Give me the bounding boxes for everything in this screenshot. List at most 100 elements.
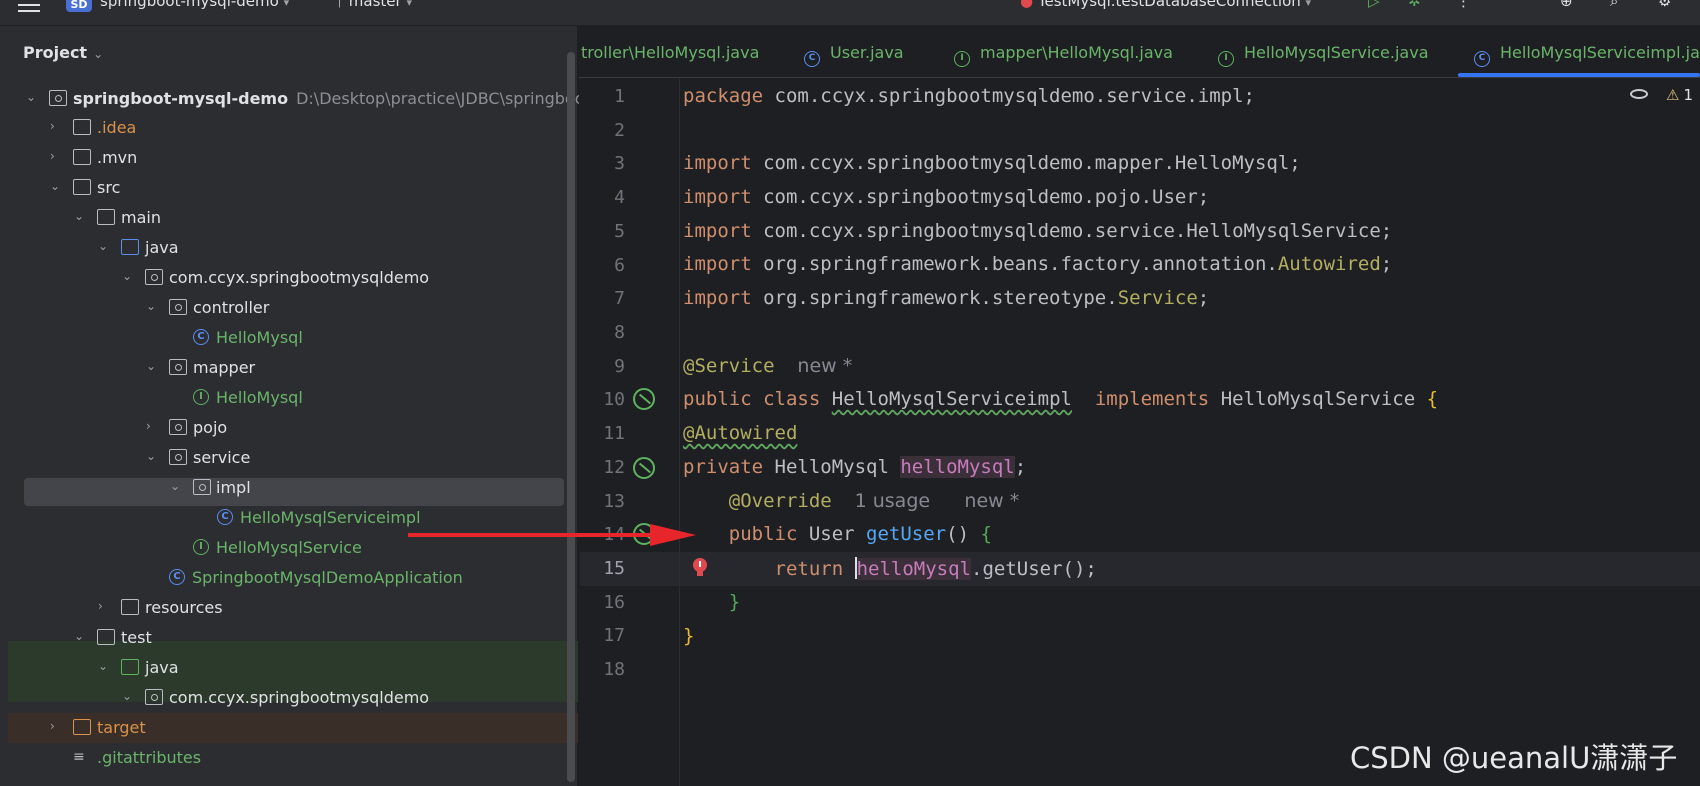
tree-item-package[interactable]: ⌄ com.ccyx.springbootmysqldemo (0, 263, 578, 293)
chevron-down-icon[interactable]: ⌄ (26, 91, 38, 103)
test-source-folder-icon (121, 659, 139, 675)
tree-item-gitattributes[interactable]: ≡ .gitattributes (0, 743, 578, 773)
navigate-bean-gutter-icon[interactable] (633, 457, 655, 479)
tree-root[interactable]: ⌄ springboot-mysql-demo D:\Desktop\practi… (0, 84, 591, 114)
chevron-down-icon[interactable]: ⌄ (146, 300, 158, 312)
chevron-down-icon[interactable]: ⌄ (146, 450, 158, 462)
tree-item-label: .gitattributes (97, 748, 202, 767)
code-line-9: @Service new * (683, 355, 853, 377)
code-line-1: package com.ccyx.springbootmysqldemo.ser… (683, 85, 1255, 107)
implementing-method-gutter-icon[interactable] (633, 388, 655, 410)
main-menu-icon[interactable] (18, 0, 40, 12)
tree-item-target[interactable]: › target (0, 713, 578, 743)
tree-item-label: HelloMysqlServiceimpl (240, 508, 421, 527)
project-panel-title[interactable]: Project ⌄ (23, 43, 103, 62)
tree-item-idea[interactable]: › .idea (0, 113, 578, 143)
line-number: 17 (603, 625, 625, 646)
settings-gear-icon[interactable]: ⚙ (1658, 0, 1671, 10)
tree-item-service-interface[interactable]: I HelloMysqlService (0, 533, 578, 563)
tree-item-pojo[interactable]: › pojo (0, 413, 578, 443)
interface-icon: I (193, 389, 209, 405)
tree-item-label: main (121, 208, 161, 227)
run-config-selector[interactable]: ● TestMysql.testDatabaseConnection ▾ (1020, 0, 1311, 10)
tree-item-label: .idea (97, 118, 137, 137)
tree-item-test-java[interactable]: ⌄ java (0, 653, 578, 683)
chevron-down-icon[interactable]: ⌄ (74, 210, 86, 222)
code-line-7: import org.springframework.stereotype.Se… (683, 287, 1210, 309)
csdn-watermark: CSDN @ueanalU潇潇子 (1350, 741, 1678, 775)
excluded-folder-icon (73, 719, 91, 735)
tree-item-label: resources (145, 598, 223, 617)
resources-folder-icon (121, 599, 139, 615)
tree-item-label: HelloMysql (216, 388, 303, 407)
inlay-hint[interactable]: new * (964, 490, 1019, 512)
line-number: 10 (603, 389, 625, 410)
add-user-icon[interactable]: ⊕ (1560, 0, 1573, 10)
line-number: 6 (614, 255, 625, 276)
tab-hellomysqlservice[interactable]: I HelloMysqlService.java (1218, 43, 1429, 67)
reader-mode-eye-icon[interactable] (1630, 89, 1648, 99)
tree-item-main[interactable]: ⌄ main (0, 203, 578, 233)
tree-item-mvn[interactable]: › .mvn (0, 143, 578, 173)
chevron-down-icon[interactable]: ⌄ (122, 270, 134, 282)
tree-item-label: src (97, 178, 121, 197)
chevron-right-icon[interactable]: › (98, 600, 110, 612)
tree-item-label: HelloMysqlService (216, 538, 362, 557)
chevron-down-icon[interactable]: ⌄ (98, 660, 110, 672)
tab-user[interactable]: C User.java (804, 43, 904, 67)
project-selector[interactable]: springboot-mysql-demo ▾ (100, 0, 289, 10)
tree-item-mapper[interactable]: ⌄ mapper (0, 353, 578, 383)
line-number: 4 (614, 187, 625, 208)
chevron-right-icon[interactable]: › (50, 720, 62, 732)
line-number: 3 (614, 153, 625, 174)
branch-selector[interactable]: ᛘ master ▾ (335, 0, 412, 10)
project-scrollbar[interactable] (567, 52, 575, 782)
code-line-5: import com.ccyx.springbootmysqldemo.serv… (683, 220, 1393, 242)
tree-item-serviceimpl[interactable]: C HelloMysqlServiceimpl (0, 503, 578, 533)
code-line-13: @Override 1 usage new * (728, 490, 1020, 512)
folder-icon (73, 119, 91, 135)
tree-item-controller-hellomysql[interactable]: C HelloMysql (0, 323, 578, 353)
chevron-down-icon[interactable]: ⌄ (146, 360, 158, 372)
tree-item-src[interactable]: ⌄ src (0, 173, 578, 203)
chevron-right-icon[interactable]: › (50, 120, 62, 132)
line-number: 11 (603, 423, 625, 444)
inspection-widget[interactable]: ⚠ 1 (1630, 86, 1693, 104)
tree-item-service[interactable]: ⌄ service (0, 443, 578, 473)
tree-item-impl[interactable]: ⌄ impl (0, 473, 578, 503)
tree-item-java[interactable]: ⌄ java (0, 233, 578, 263)
usages-inlay-hint[interactable]: 1 usage (855, 490, 930, 512)
code-line-4: import com.ccyx.springbootmysqldemo.pojo… (683, 186, 1210, 208)
tree-item-test-package[interactable]: ⌄ com.ccyx.springbootmysqldemo (0, 683, 578, 713)
code-line-16: } (728, 591, 741, 613)
search-icon[interactable]: ⌕ (1610, 0, 1618, 10)
tree-item-label: com.ccyx.springbootmysqldemo (169, 268, 430, 287)
run-icon[interactable]: ▷ (1368, 0, 1380, 10)
chevron-right-icon[interactable]: › (146, 420, 158, 432)
inlay-hint[interactable]: new * (797, 355, 852, 377)
tree-item-test[interactable]: ⌄ test (0, 623, 578, 653)
tab-controller-hellomysql[interactable]: troller\HelloMysql.java (581, 43, 759, 62)
chevron-down-icon[interactable]: ⌄ (122, 690, 134, 702)
debug-icon[interactable]: ✲ (1408, 0, 1421, 10)
chevron-down-icon[interactable]: ⌄ (50, 180, 62, 192)
chevron-down-icon[interactable]: ⌄ (170, 480, 182, 492)
tree-item-mapper-hellomysql[interactable]: I HelloMysql (0, 383, 578, 413)
main-toolbar: SD springboot-mysql-demo ▾ ᛘ master ▾ ● … (0, 0, 1700, 26)
line-number: 15 (603, 558, 625, 579)
package-icon (145, 269, 163, 285)
more-actions-icon[interactable]: ⋮ (1456, 0, 1471, 10)
tree-root-label: springboot-mysql-demo D:\Desktop\practice… (73, 89, 591, 108)
chevron-down-icon[interactable]: ⌄ (98, 240, 110, 252)
tree-item-controller[interactable]: ⌄ controller (0, 293, 578, 323)
tree-item-application[interactable]: C SpringbootMysqlDemoApplication (0, 563, 578, 593)
package-icon (169, 359, 187, 375)
tree-item-resources[interactable]: › resources (0, 593, 578, 623)
tab-mapper-hellomysql[interactable]: Imapper\HelloMysql.java (954, 43, 1173, 67)
chevron-down-icon[interactable]: ⌄ (74, 630, 86, 642)
active-tab-indicator (1458, 73, 1700, 77)
tab-hellomysqlserviceimpl[interactable]: C HelloMysqlServiceimpl.java (1474, 43, 1700, 67)
tree-item-label: HelloMysql (216, 328, 303, 347)
chevron-right-icon[interactable]: › (50, 150, 62, 162)
warning-icon: ⚠ (1666, 86, 1680, 104)
